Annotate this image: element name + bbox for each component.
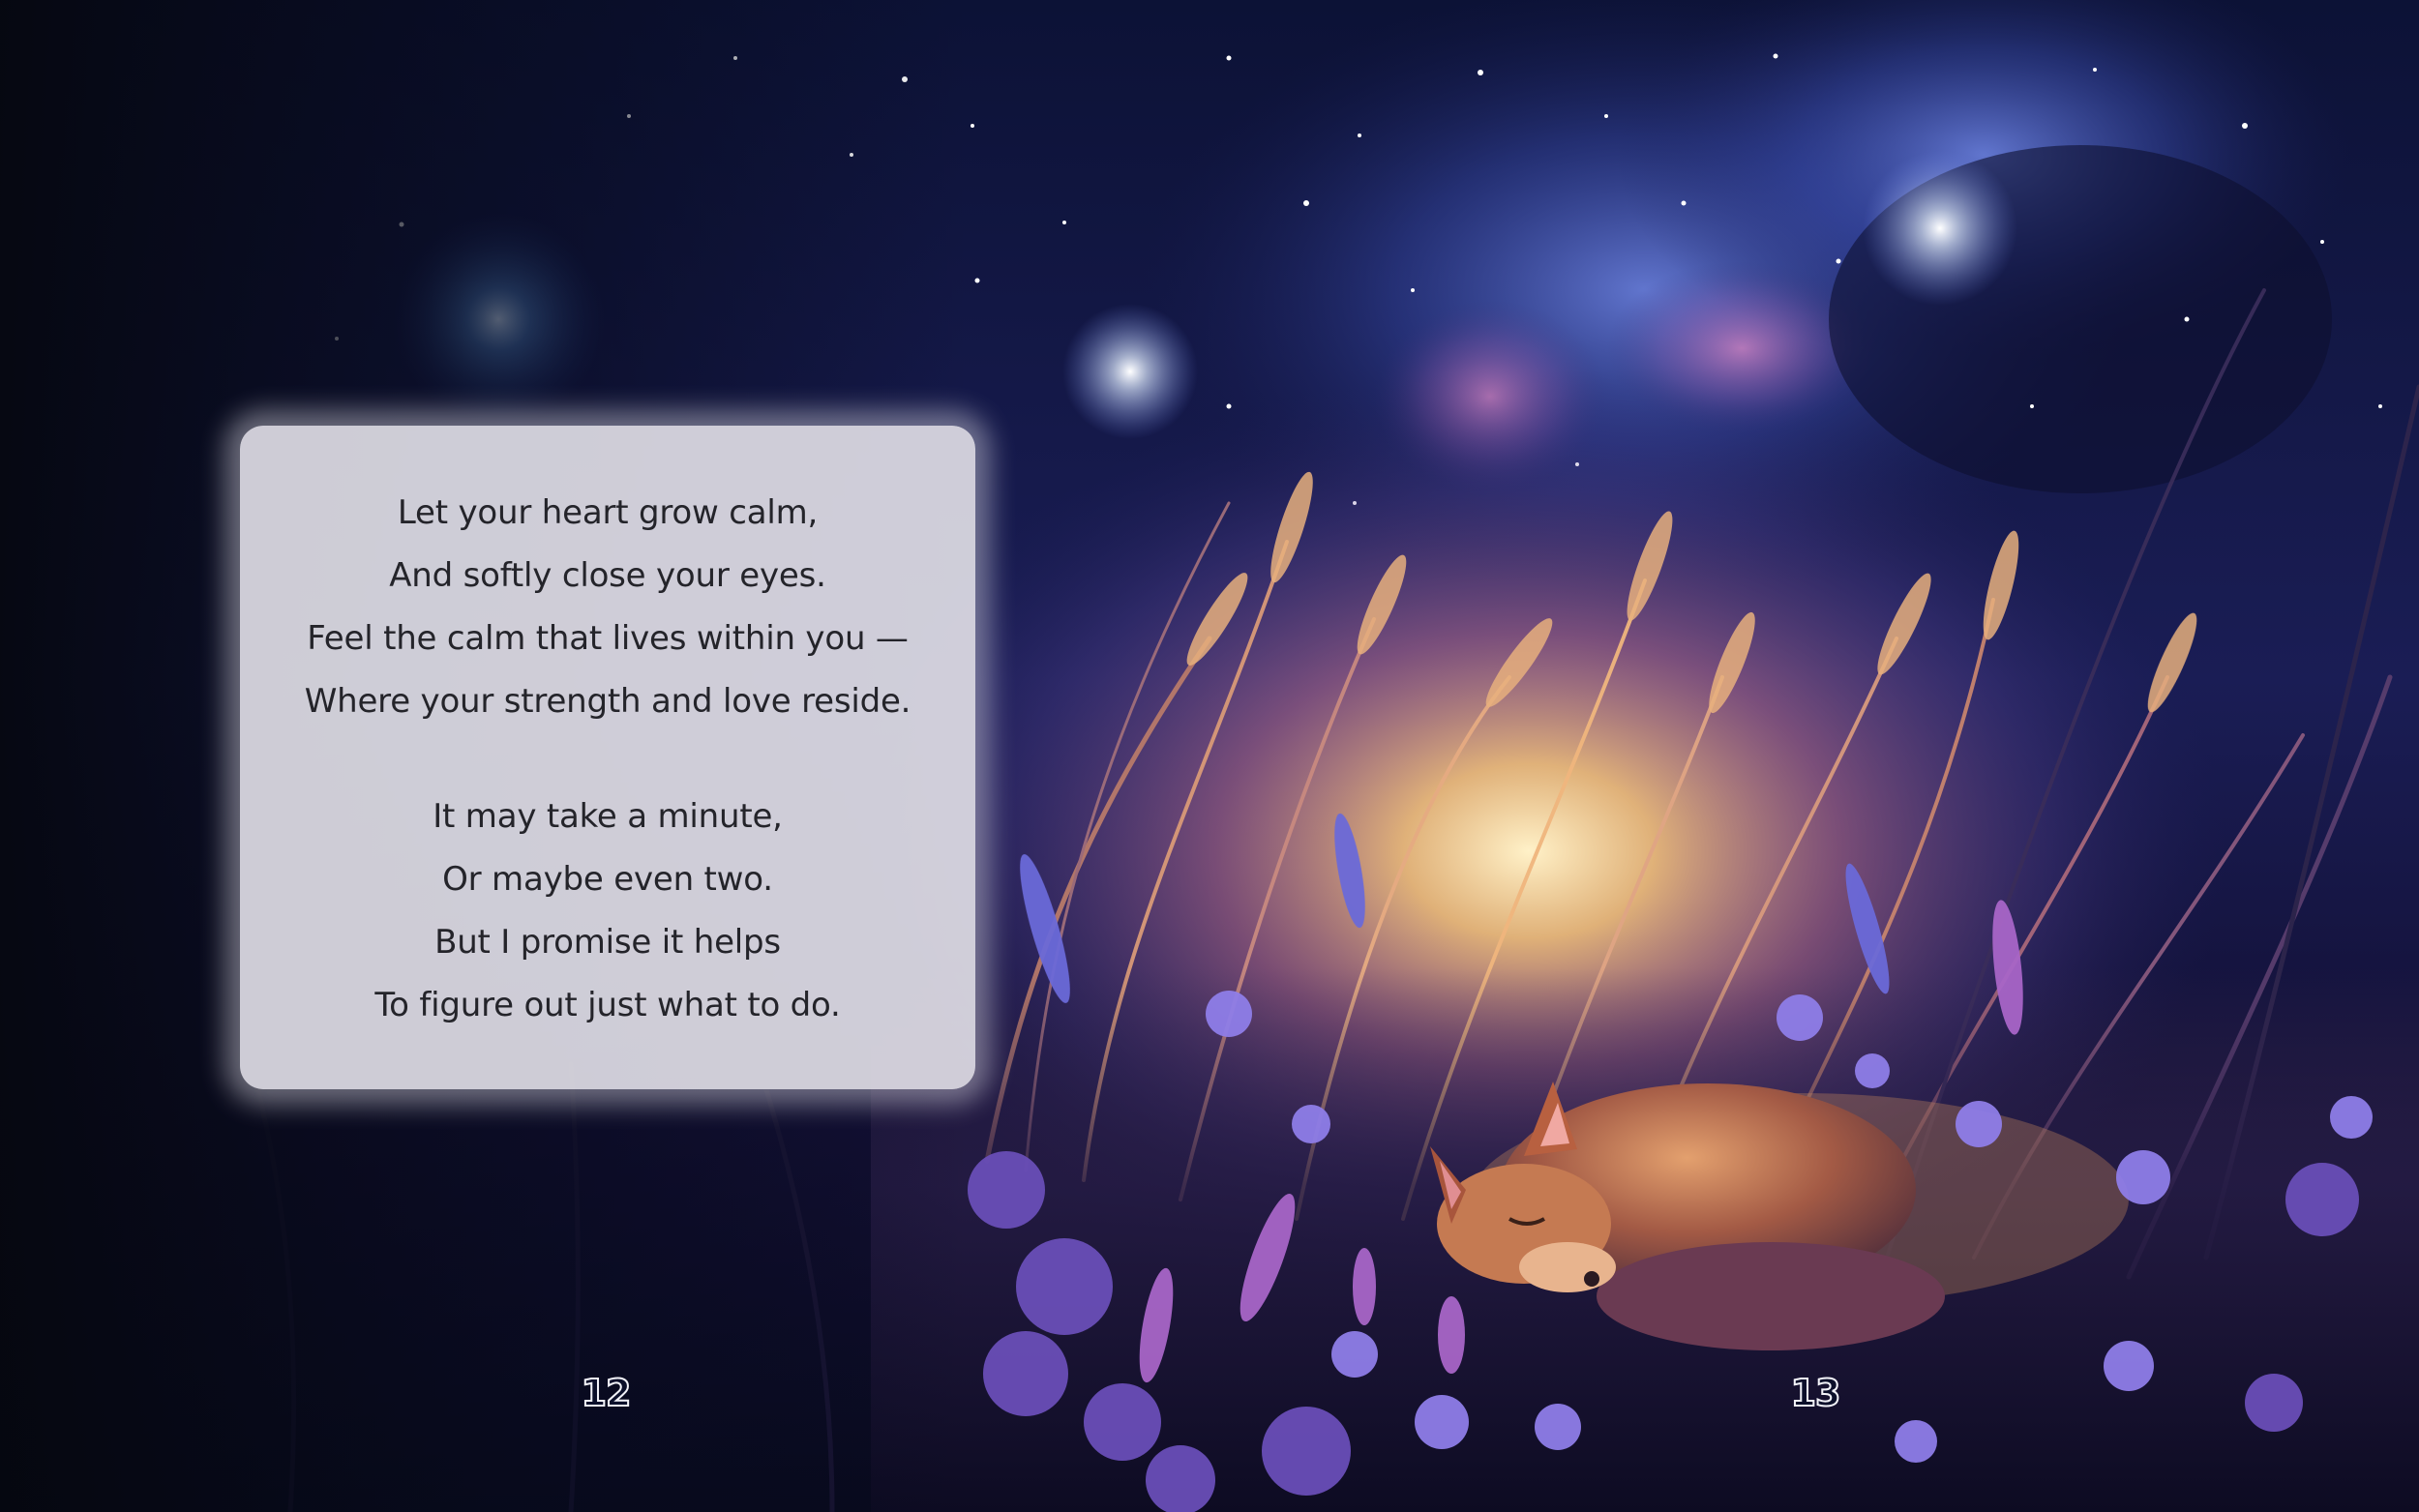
poem-text-panel: Let your heart grow calm, And softly clo…: [240, 426, 975, 1089]
page-number-left: 12: [581, 1371, 633, 1415]
poem-line: To figure out just what to do.: [374, 986, 841, 1024]
poem-line: Or maybe even two.: [442, 860, 773, 899]
book-spread: Let your heart grow calm, And softly clo…: [0, 0, 2419, 1512]
poem-line: It may take a minute,: [433, 797, 783, 836]
poem-line: But I promise it helps: [434, 923, 781, 962]
poem-line: And softly close your eyes.: [389, 556, 826, 595]
poem-line: Let your heart grow calm,: [397, 493, 819, 532]
poem-stanza-1: Let your heart grow calm, And softly clo…: [240, 482, 975, 733]
poem-stanza-2: It may take a minute, Or maybe even two.…: [240, 786, 975, 1037]
page-number-right: 13: [1790, 1371, 1842, 1415]
poem-line: Feel the calm that lives within you —: [307, 619, 909, 658]
poem-line: Where your strength and love reside.: [304, 682, 911, 721]
